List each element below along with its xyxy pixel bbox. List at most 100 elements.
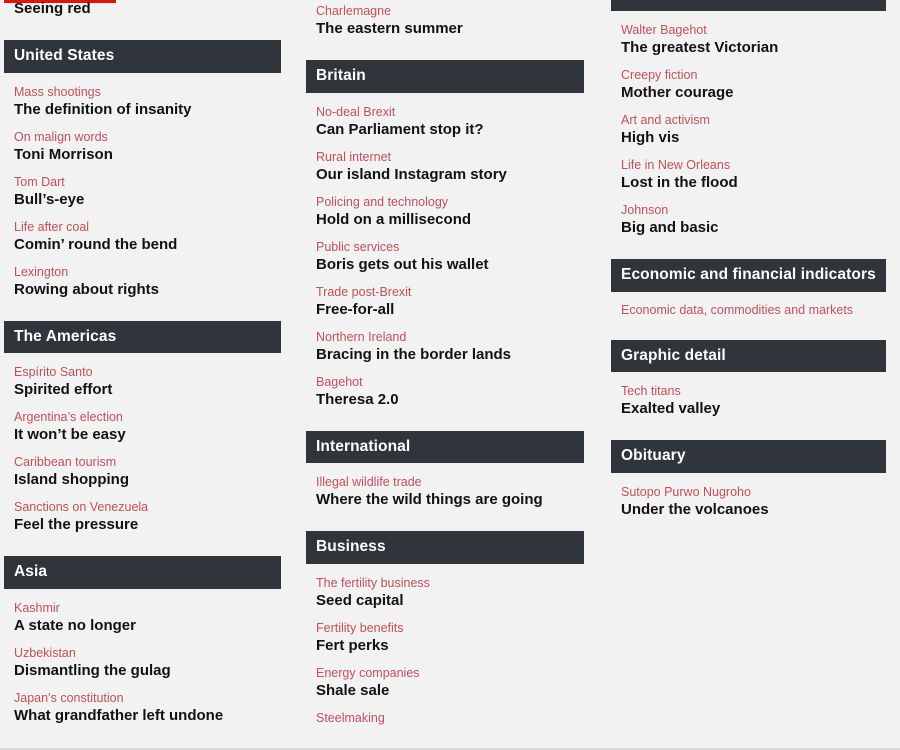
article-kicker[interactable]: Walter Bagehot <box>621 23 886 38</box>
article-headline[interactable]: Free-for-all <box>316 301 584 319</box>
article-item[interactable]: Policing and technology Hold on a millis… <box>306 184 584 229</box>
article-headline[interactable]: A state no longer <box>14 617 281 635</box>
article-kicker[interactable]: Trade post-Brexit <box>316 285 584 300</box>
article-item[interactable]: Trade post-Brexit Free-for-all <box>306 274 584 319</box>
article-item[interactable]: Kashmir A state no longer <box>4 589 281 635</box>
article-item[interactable]: Energy companies Shale sale <box>306 655 584 700</box>
article-kicker[interactable]: Argentina’s election <box>14 410 281 425</box>
article-item[interactable]: Espírito Santo Spirited effort <box>4 353 281 399</box>
article-kicker[interactable]: Steelmaking <box>316 711 584 726</box>
article-kicker[interactable]: Tom Dart <box>14 175 281 190</box>
article-item[interactable]: Tech titans Exalted valley <box>611 372 886 418</box>
article-partial-charlemagne[interactable]: Charlemagne The eastern summer <box>306 0 584 38</box>
article-headline[interactable]: Spirited effort <box>14 381 281 399</box>
article-item[interactable]: Japan’s constitution What grandfather le… <box>4 680 281 725</box>
article-item[interactable]: Argentina’s election It won’t be easy <box>4 399 281 444</box>
article-item[interactable]: Walter Bagehot The greatest Victorian <box>611 11 886 57</box>
indicators-description[interactable]: Economic data, commodities and markets <box>611 292 886 318</box>
article-headline[interactable]: Theresa 2.0 <box>316 391 584 409</box>
section-header-international: International <box>306 430 584 463</box>
article-item[interactable]: Sutopo Purwo Nugroho Under the volcanoes <box>611 473 886 519</box>
article-headline[interactable]: The greatest Victorian <box>621 39 886 57</box>
article-headline[interactable]: Mother courage <box>621 84 886 102</box>
article-item[interactable]: Sanctions on Venezuela Feel the pressure <box>4 489 281 534</box>
article-headline[interactable]: Shale sale <box>316 682 584 700</box>
article-item[interactable]: Creepy fiction Mother courage <box>611 57 886 102</box>
article-item[interactable]: Caribbean tourism Island shopping <box>4 444 281 489</box>
article-headline[interactable]: High vis <box>621 129 886 147</box>
article-headline[interactable]: Rowing about rights <box>14 281 281 299</box>
article-kicker[interactable]: On malign words <box>14 130 281 145</box>
article-headline[interactable]: Dismantling the gulag <box>14 662 281 680</box>
article-kicker[interactable]: Art and activism <box>621 113 886 128</box>
article-kicker[interactable]: Rural internet <box>316 150 584 165</box>
article-kicker[interactable]: Bagehot <box>316 375 584 390</box>
article-headline[interactable]: Feel the pressure <box>14 516 281 534</box>
article-headline[interactable]: Toni Morrison <box>14 146 281 164</box>
article-item[interactable]: Mass shootings The definition of insanit… <box>4 73 281 119</box>
article-kicker[interactable]: Johnson <box>621 203 886 218</box>
article-headline[interactable]: Hold on a millisecond <box>316 211 584 229</box>
article-kicker[interactable]: Life after coal <box>14 220 281 235</box>
article-item[interactable]: Lexington Rowing about rights <box>4 254 281 299</box>
article-kicker[interactable]: Policing and technology <box>316 195 584 210</box>
article-headline[interactable]: The definition of insanity <box>14 101 281 119</box>
article-headline[interactable]: Comin’ round the bend <box>14 236 281 254</box>
article-headline[interactable]: The eastern summer <box>316 20 584 38</box>
article-item[interactable]: Life in New Orleans Lost in the flood <box>611 147 886 192</box>
article-headline[interactable]: Lost in the flood <box>621 174 886 192</box>
article-kicker[interactable]: Espírito Santo <box>14 365 281 380</box>
article-kicker[interactable]: Public services <box>316 240 584 255</box>
article-headline[interactable]: Our island Instagram story <box>316 166 584 184</box>
article-item-partial[interactable]: Steelmaking <box>306 700 584 726</box>
article-headline[interactable]: Big and basic <box>621 219 886 237</box>
article-kicker[interactable]: Uzbekistan <box>14 646 281 661</box>
article-item[interactable]: Bagehot Theresa 2.0 <box>306 364 584 409</box>
article-kicker[interactable]: Illegal wildlife trade <box>316 475 584 490</box>
article-headline[interactable]: Seed capital <box>316 592 584 610</box>
article-kicker[interactable]: Creepy fiction <box>621 68 886 83</box>
article-headline[interactable]: It won’t be easy <box>14 426 281 444</box>
article-kicker[interactable]: Life in New Orleans <box>621 158 886 173</box>
article-item[interactable]: Life after coal Comin’ round the bend <box>4 209 281 254</box>
article-item[interactable]: Johnson Big and basic <box>611 192 886 237</box>
article-item[interactable]: Public services Boris gets out his walle… <box>306 229 584 274</box>
article-item[interactable]: Illegal wildlife trade Where the wild th… <box>306 463 584 509</box>
article-item[interactable]: Tom Dart Bull’s-eye <box>4 164 281 209</box>
article-item[interactable]: Rural internet Our island Instagram stor… <box>306 139 584 184</box>
article-item[interactable]: On malign words Toni Morrison <box>4 119 281 164</box>
article-kicker[interactable]: Northern Ireland <box>316 330 584 345</box>
article-item[interactable]: Fertility benefits Fert perks <box>306 610 584 655</box>
headline[interactable]: Seeing red <box>14 0 281 18</box>
article-kicker[interactable]: Sanctions on Venezuela <box>14 500 281 515</box>
article-kicker[interactable]: The fertility business <box>316 576 584 591</box>
article-headline[interactable]: Exalted valley <box>621 400 886 418</box>
article-kicker[interactable]: Sutopo Purwo Nugroho <box>621 485 886 500</box>
article-headline[interactable]: Where the wild things are going <box>316 491 584 509</box>
article-kicker[interactable]: Kashmir <box>14 601 281 616</box>
article-kicker[interactable]: No-deal Brexit <box>316 105 584 120</box>
article-kicker[interactable]: Mass shootings <box>14 85 281 100</box>
article-item[interactable]: No-deal Brexit Can Parliament stop it? <box>306 93 584 139</box>
article-headline[interactable]: Bull’s-eye <box>14 191 281 209</box>
article-item[interactable]: Art and activism High vis <box>611 102 886 147</box>
article-headline[interactable]: Fert perks <box>316 637 584 655</box>
article-kicker[interactable]: Charlemagne <box>316 4 584 19</box>
article-headline[interactable]: What grandfather left undone <box>14 707 281 725</box>
article-kicker[interactable]: Japan’s constitution <box>14 691 281 706</box>
article-item[interactable]: Northern Ireland Bracing in the border l… <box>306 319 584 364</box>
article-item[interactable]: The fertility business Seed capital <box>306 564 584 610</box>
article-headline[interactable]: Island shopping <box>14 471 281 489</box>
article-partial-seeing-red[interactable]: Seeing red <box>4 0 281 18</box>
article-headline[interactable]: Can Parliament stop it? <box>316 121 584 139</box>
section-header-the-americas: The Americas <box>4 320 281 353</box>
article-headline[interactable]: Bracing in the border lands <box>316 346 584 364</box>
article-headline[interactable]: Boris gets out his wallet <box>316 256 584 274</box>
article-headline[interactable]: Under the volcanoes <box>621 501 886 519</box>
article-kicker[interactable]: Lexington <box>14 265 281 280</box>
article-kicker[interactable]: Tech titans <box>621 384 886 399</box>
article-kicker[interactable]: Fertility benefits <box>316 621 584 636</box>
article-kicker[interactable]: Caribbean tourism <box>14 455 281 470</box>
article-item[interactable]: Uzbekistan Dismantling the gulag <box>4 635 281 680</box>
article-kicker[interactable]: Energy companies <box>316 666 584 681</box>
